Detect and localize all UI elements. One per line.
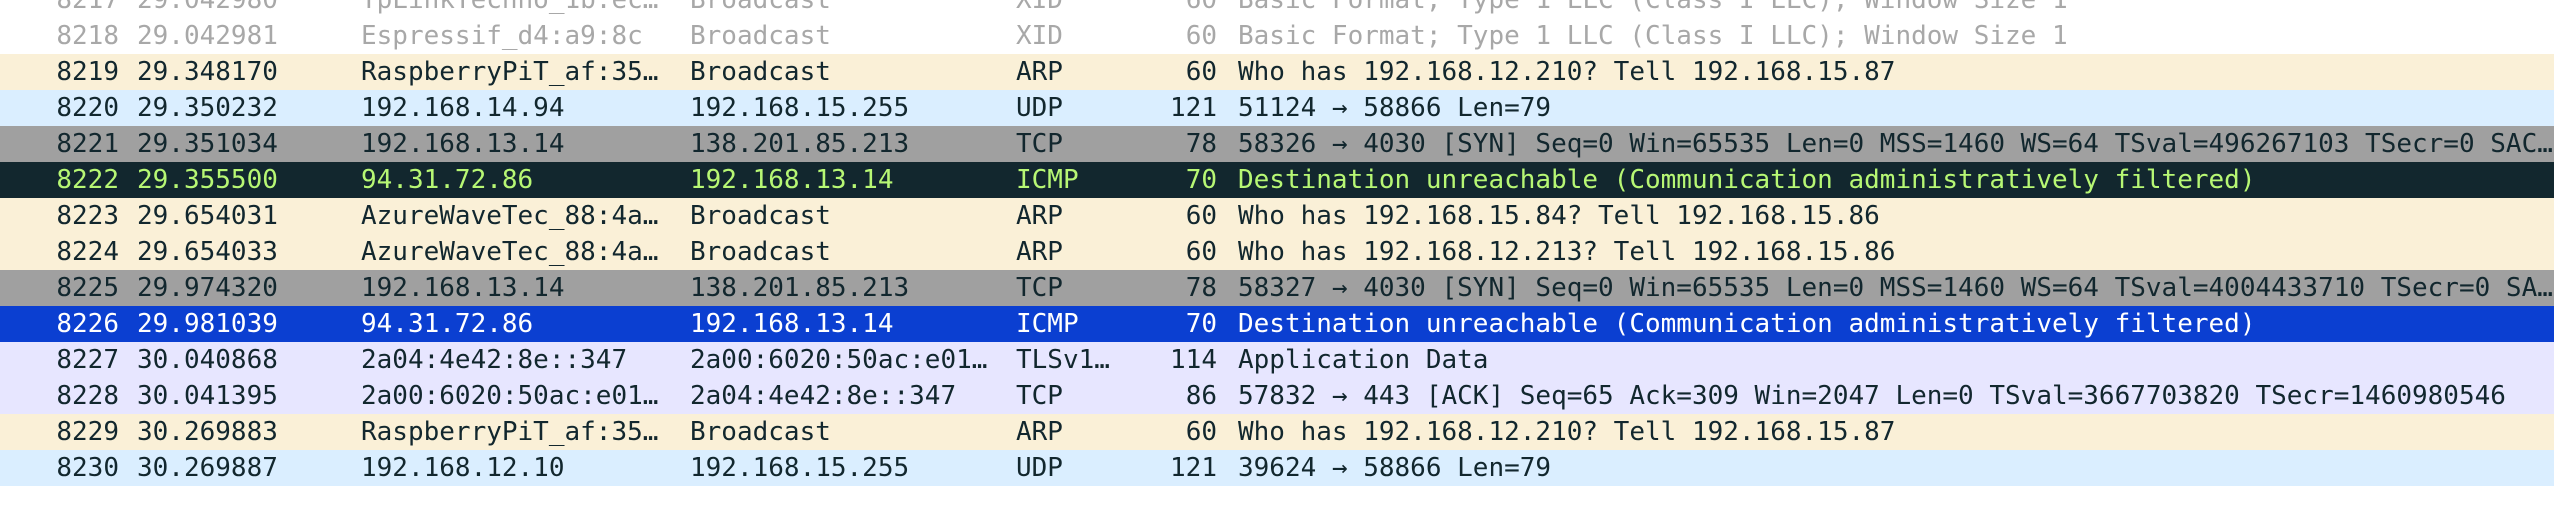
- packet-row[interactable]: 8219 29.348170 RaspberryPiT_af:35… Broadcas…: [0, 54, 2554, 90]
- packet-length: 60: [1185, 57, 1217, 87]
- packet-source: RaspberryPiT_af:35…: [361, 417, 659, 447]
- packet-destination: Broadcast: [690, 237, 831, 267]
- packet-number: 8224: [56, 237, 119, 267]
- packet-info: 57832 → 443 [ACK] Seq=65 Ack=309 Win=204…: [1238, 381, 2506, 411]
- packet-source: AzureWaveTec_88:4a…: [361, 237, 659, 267]
- packet-length: 60: [1185, 237, 1217, 267]
- packet-row[interactable]: 8217 29.042980 TpLinkTechno_1b:ec… Broadcas…: [0, 0, 2554, 18]
- packet-source: 2a04:4e42:8e::347: [361, 345, 628, 375]
- packet-length: 86: [1185, 381, 1217, 411]
- packet-info: Destination unreachable (Communication a…: [1238, 165, 2256, 195]
- packet-info: Who has 192.168.12.210? Tell 192.168.15.…: [1238, 57, 1896, 87]
- packet-number: 8226: [56, 309, 119, 339]
- packet-source: AzureWaveTec_88:4a…: [361, 201, 659, 231]
- packet-destination: 192.168.15.255: [690, 453, 910, 483]
- packet-length: 78: [1185, 129, 1217, 159]
- packet-destination: 192.168.13.14: [690, 309, 894, 339]
- packet-info: 58327 → 4030 [SYN] Seq=0 Win=65535 Len=0…: [1238, 273, 2553, 303]
- packet-row[interactable]: 8227 30.040868 2a04:4e42:8e::347 2a00:6020:…: [0, 342, 2554, 378]
- packet-destination: 138.201.85.213: [690, 129, 910, 159]
- packet-row[interactable]: 8225 29.974320 192.168.13.14 138.201.85.213…: [0, 270, 2554, 306]
- packet-time: 30.269883: [137, 417, 278, 447]
- packet-time: 29.654031: [137, 201, 278, 231]
- packet-info: Who has 192.168.12.213? Tell 192.168.15.…: [1238, 237, 1896, 267]
- packet-number: 8225: [56, 273, 119, 303]
- packet-destination: 2a04:4e42:8e::347: [690, 381, 957, 411]
- packet-row[interactable]: 8223 29.654031 AzureWaveTec_88:4a… Broadcas…: [0, 198, 2554, 234]
- packet-row[interactable]: 8218 29.042981 Espressif_d4:a9:8c Broadcast…: [0, 18, 2554, 54]
- packet-number: 8227: [56, 345, 119, 375]
- packet-source: 192.168.14.94: [361, 93, 565, 123]
- packet-time: 29.355500: [137, 165, 278, 195]
- packet-time: 29.042981: [137, 21, 278, 51]
- packet-length: 60: [1185, 417, 1217, 447]
- packet-row[interactable]: 8221 29.351034 192.168.13.14 138.201.85.213…: [0, 126, 2554, 162]
- packet-number: 8223: [56, 201, 119, 231]
- packet-source: 192.168.13.14: [361, 273, 565, 303]
- packet-number: 8229: [56, 417, 119, 447]
- packet-time: 29.981039: [137, 309, 278, 339]
- packet-destination: 138.201.85.213: [690, 273, 910, 303]
- packet-time: 29.348170: [137, 57, 278, 87]
- packet-length: 70: [1185, 165, 1217, 195]
- packet-source: 192.168.12.10: [361, 453, 565, 483]
- packet-number: 8219: [56, 57, 119, 87]
- packet-row[interactable]: 8228 30.041395 2a00:6020:50ac:e01… 2a04:4e4…: [0, 378, 2554, 414]
- packet-row[interactable]: 8229 30.269883 RaspberryPiT_af:35… Broadcas…: [0, 414, 2554, 450]
- packet-row[interactable]: 8222 29.355500 94.31.72.86 192.168.13.14 ICM…: [0, 162, 2554, 198]
- packet-time: 29.350232: [137, 93, 278, 123]
- packet-number: 8221: [56, 129, 119, 159]
- packet-length: 114: [1170, 345, 1217, 375]
- packet-destination: Broadcast: [690, 21, 831, 51]
- packet-number: 8220: [56, 93, 119, 123]
- packet-number: 8228: [56, 381, 119, 411]
- packet-row[interactable]: 8224 29.654033 AzureWaveTec_88:4a… Broadcas…: [0, 234, 2554, 270]
- packet-row[interactable]: 8230 30.269887 192.168.12.10 192.168.15.255…: [0, 450, 2554, 486]
- packet-source: Espressif_d4:a9:8c: [361, 21, 643, 51]
- packet-length: 121: [1170, 93, 1217, 123]
- packet-info: Application Data: [1238, 345, 1489, 375]
- packet-length: 60: [1185, 0, 1217, 15]
- packet-length: 78: [1185, 273, 1217, 303]
- packet-destination: 192.168.15.255: [690, 93, 910, 123]
- packet-source: 2a00:6020:50ac:e01…: [361, 381, 659, 411]
- packet-number: 8222: [56, 165, 119, 195]
- packet-length: 60: [1185, 21, 1217, 51]
- packet-time: 29.654033: [137, 237, 278, 267]
- packet-destination: 192.168.13.14: [690, 165, 894, 195]
- packet-list[interactable]: 8217 29.042980 TpLinkTechno_1b:ec… Broadcas…: [0, 0, 2554, 486]
- packet-info: Who has 192.168.15.84? Tell 192.168.15.8…: [1238, 201, 1880, 231]
- packet-info: Destination unreachable (Communication a…: [1238, 309, 2256, 339]
- packet-number: 8218: [56, 21, 119, 51]
- packet-info: 51124 → 58866 Len=79: [1238, 93, 1552, 123]
- packet-destination: Broadcast: [690, 0, 831, 15]
- packet-length: 121: [1170, 453, 1217, 483]
- packet-length: 70: [1185, 309, 1217, 339]
- packet-number: 8230: [56, 453, 119, 483]
- packet-source: 192.168.13.14: [361, 129, 565, 159]
- packet-row[interactable]: 8220 29.350232 192.168.14.94 192.168.15.255…: [0, 90, 2554, 126]
- packet-source: TpLinkTechno_1b:ec…: [361, 0, 659, 15]
- packet-destination: Broadcast: [690, 57, 831, 87]
- packet-row[interactable]: 8226 29.981039 94.31.72.86 192.168.13.14 ICM…: [0, 306, 2554, 342]
- packet-source: RaspberryPiT_af:35…: [361, 57, 659, 87]
- packet-time: 29.042980: [137, 0, 278, 15]
- packet-info: 58326 → 4030 [SYN] Seq=0 Win=65535 Len=0…: [1238, 129, 2553, 159]
- packet-number: 8217: [56, 0, 119, 15]
- packet-length: 60: [1185, 201, 1217, 231]
- packet-time: 30.269887: [137, 453, 278, 483]
- packet-info: Basic Format; Type 1 LLC (Class I LLC); …: [1238, 21, 2068, 51]
- packet-info: Who has 192.168.12.210? Tell 192.168.15.…: [1238, 417, 1896, 447]
- packet-time: 29.351034: [137, 129, 278, 159]
- packet-source: 94.31.72.86: [361, 165, 534, 195]
- packet-source: 94.31.72.86: [361, 309, 534, 339]
- packet-destination: 2a00:6020:50ac:e01…: [690, 345, 988, 375]
- packet-time: 30.040868: [137, 345, 278, 375]
- packet-destination: Broadcast: [690, 201, 831, 231]
- packet-destination: Broadcast: [690, 417, 831, 447]
- packet-time: 30.041395: [137, 381, 278, 411]
- packet-time: 29.974320: [137, 273, 278, 303]
- packet-info: Basic Format; Type 1 LLC (Class I LLC); …: [1238, 0, 2068, 15]
- packet-info: 39624 → 58866 Len=79: [1238, 453, 1552, 483]
